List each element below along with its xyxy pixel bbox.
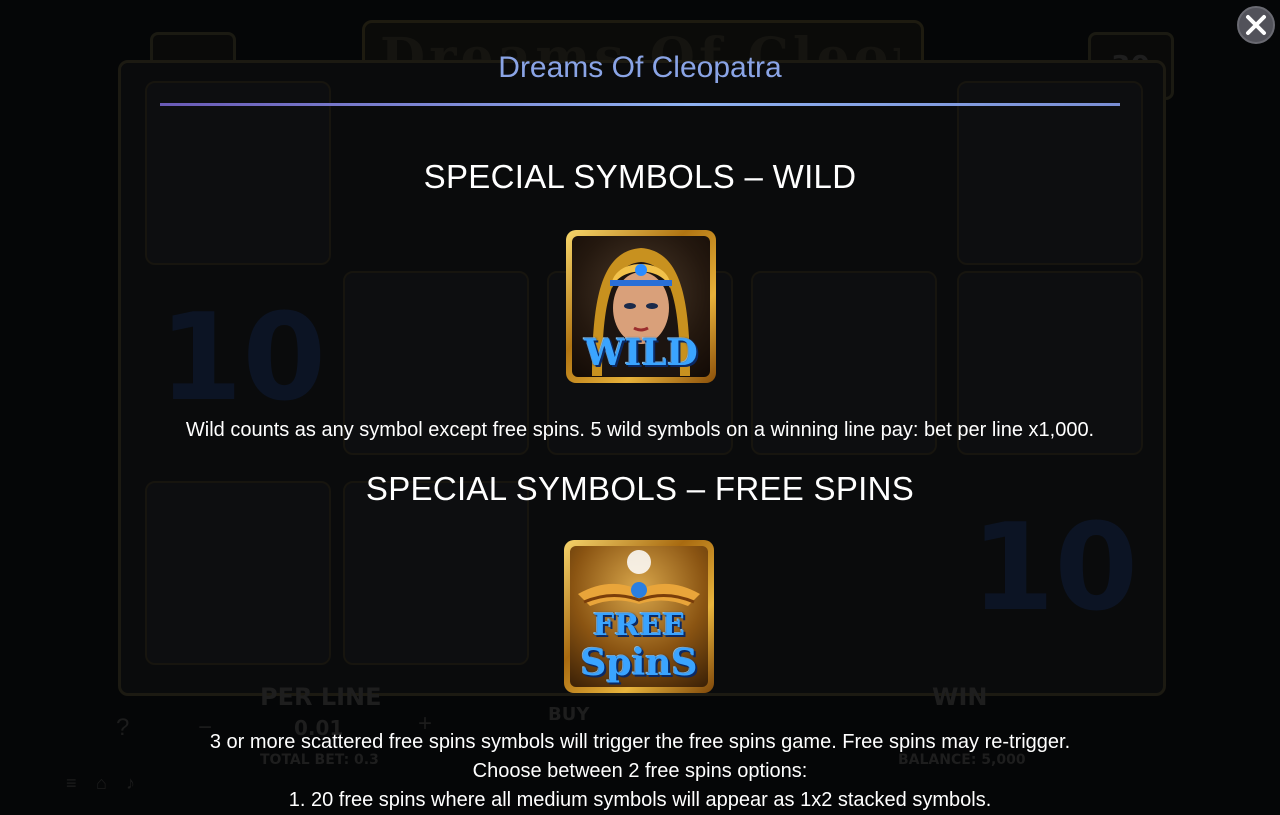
free-spins-description-line: Choose between 2 free spins options: <box>472 760 808 782</box>
free-spins-symbol-art: FREE SpinS <box>570 546 708 687</box>
wild-heading: SPECIAL SYMBOLS – WILD <box>423 158 857 195</box>
close-icon <box>1246 15 1266 35</box>
wild-symbol: WILD <box>566 230 716 383</box>
per-line-label: PER LINE <box>260 683 382 711</box>
reel-digit: 10 <box>159 289 326 428</box>
free-spins-label-line1: FREE <box>593 608 685 643</box>
reel-digit: 10 <box>971 499 1138 638</box>
info-title: Dreams Of Cleopatra <box>498 51 782 84</box>
free-spins-description-line: 3 or more scattered free spins symbols w… <box>209 731 1071 753</box>
free-spins-symbol: FREE SpinS <box>564 540 714 693</box>
wild-symbol-art: WILD <box>572 236 710 377</box>
wild-description: Wild counts as any symbol except free sp… <box>185 419 1095 441</box>
free-spins-heading: SPECIAL SYMBOLS – FREE SPINS <box>365 470 915 507</box>
buy-label: BUY <box>548 704 590 725</box>
free-spins-label-line2: SpinS <box>580 642 698 684</box>
title-divider <box>160 103 1120 106</box>
close-button[interactable] <box>1237 6 1275 44</box>
win-label: WIN <box>932 683 988 711</box>
free-spins-description-line: 1. 20 free spins where all medium symbol… <box>288 789 992 811</box>
wild-symbol-label: WILD <box>584 332 698 374</box>
